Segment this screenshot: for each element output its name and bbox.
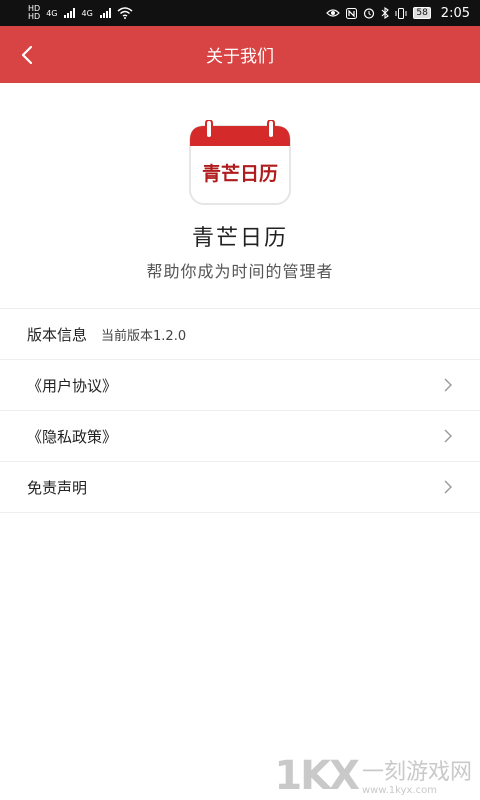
watermark-text: 一刻游戏网 www.1kyx.com — [361, 760, 472, 797]
privacy-policy-label: 《隐私政策》 — [27, 427, 118, 446]
signal-2-label: 4G — [81, 8, 93, 18]
alarm-icon — [364, 8, 375, 19]
signal-1-label: 4G — [46, 8, 58, 18]
back-button[interactable] — [20, 26, 50, 83]
nfc-icon — [346, 7, 358, 19]
hd-indicator: HD HD — [28, 5, 40, 21]
disclaimer-label: 免责声明 — [27, 478, 88, 497]
app-name: 青芒日历 — [191, 226, 288, 251]
calendar-icon: 青芒日历 — [189, 119, 291, 205]
disclaimer-row[interactable]: 免责声明 — [0, 462, 480, 513]
chevron-left-icon — [21, 45, 33, 64]
page-title: 关于我们 — [206, 47, 274, 67]
about-hero: 青芒日历 青芒日历 帮助你成为时间的管理者 — [0, 119, 480, 282]
watermark-logo: 1KX — [274, 753, 360, 799]
privacy-policy-row[interactable]: 《隐私政策》 — [0, 411, 480, 462]
chevron-right-icon — [444, 378, 452, 392]
chevron-right-icon — [444, 429, 452, 443]
app-tagline: 帮助你成为时间的管理者 — [146, 262, 334, 281]
battery-icon: 58 — [413, 7, 431, 19]
chevron-right-icon — [444, 480, 452, 494]
settings-list: 版本信息 当前版本1.2.0 《用户协议》 《隐私政策》 免责声明 — [0, 308, 480, 513]
signal-2-icon — [99, 8, 111, 18]
user-agreement-row[interactable]: 《用户协议》 — [0, 360, 480, 411]
app-logo-text: 青芒日历 — [202, 162, 278, 185]
vibrate-icon — [395, 7, 407, 19]
version-value: 当前版本1.2.0 — [101, 328, 187, 344]
bluetooth-icon — [381, 7, 390, 19]
watermark-url: www.1kyx.com — [361, 785, 437, 796]
version-label: 版本信息 — [27, 325, 88, 344]
status-right: 58 2:05 — [326, 6, 470, 21]
hd-bottom-label: HD — [28, 12, 41, 21]
top-app-bar: 关于我们 — [0, 26, 480, 83]
signal-1-icon — [64, 8, 76, 18]
version-row: 版本信息 当前版本1.2.0 — [0, 309, 480, 360]
eye-icon — [326, 9, 341, 17]
watermark: 1KX 一刻游戏网 www.1kyx.com — [274, 756, 472, 796]
status-left: HD HD 4G 4G — [28, 5, 133, 21]
status-bar: HD HD 4G 4G 58 2:05 — [0, 0, 480, 26]
user-agreement-label: 《用户协议》 — [27, 376, 118, 395]
watermark-cn: 一刻游戏网 — [361, 760, 472, 785]
app-logo: 青芒日历 — [188, 119, 292, 206]
clock: 2:05 — [440, 5, 470, 21]
wifi-icon — [117, 7, 133, 19]
